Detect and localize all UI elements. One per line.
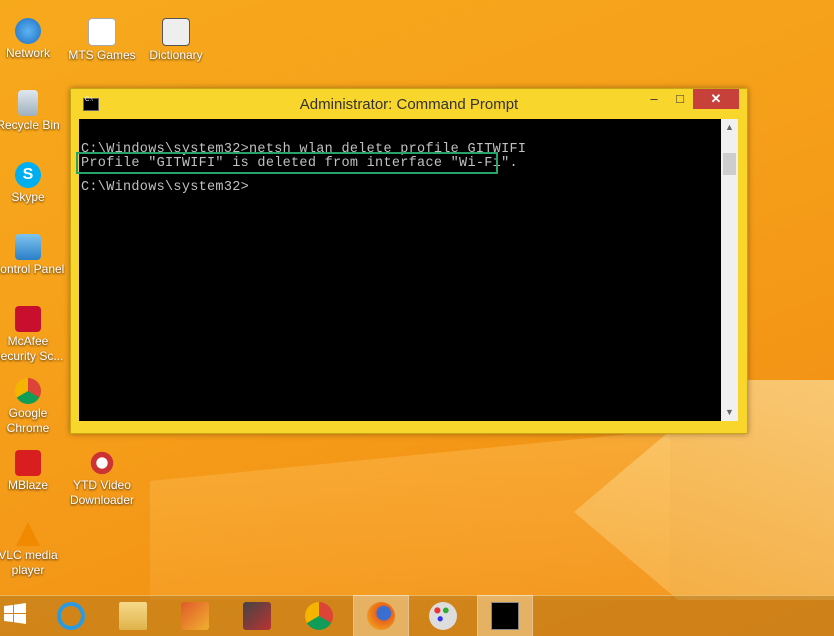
- chrome-icon: [15, 378, 41, 404]
- chrome-icon: [305, 602, 333, 630]
- vlc-icon: [16, 522, 40, 546]
- network-icon: [15, 18, 41, 44]
- games-icon: [88, 18, 116, 46]
- desktop-icon-mts-games[interactable]: MTS Games: [64, 18, 140, 63]
- console-prompt: C:\Windows\system32>: [81, 180, 250, 195]
- taskbar: [0, 595, 834, 636]
- command-prompt-window[interactable]: Administrator: Command Prompt – □ ✕ C:\W…: [70, 88, 748, 434]
- desktop-icon-dictionary[interactable]: Dictionary: [138, 18, 214, 63]
- skype-icon: S: [15, 162, 41, 188]
- mblaze-icon: [15, 450, 41, 476]
- taskbar-paint[interactable]: [416, 596, 470, 636]
- wallpaper-shape: [150, 430, 670, 600]
- window-titlebar[interactable]: Administrator: Command Prompt – □ ✕: [71, 89, 747, 119]
- taskbar-command-prompt[interactable]: [477, 595, 533, 636]
- maximize-button[interactable]: □: [667, 89, 693, 109]
- scroll-down-arrow-icon[interactable]: ▼: [721, 404, 738, 421]
- video-editor-icon: [243, 602, 271, 630]
- desktop-icon-vlc[interactable]: VLC media player: [0, 522, 66, 578]
- ytd-downloader-icon: [89, 450, 115, 476]
- desktop-icon-ytd[interactable]: YTD Video Downloader: [64, 450, 140, 508]
- close-button[interactable]: ✕: [693, 89, 739, 109]
- taskbar-firefox[interactable]: [353, 595, 409, 636]
- dictionary-icon: [162, 18, 190, 46]
- scroll-up-arrow-icon[interactable]: ▲: [721, 119, 738, 136]
- minimize-button[interactable]: –: [641, 89, 667, 109]
- taskbar-video-editor[interactable]: [230, 596, 284, 636]
- control-panel-icon: [15, 234, 41, 260]
- vertical-scrollbar[interactable]: ▲ ▼: [721, 119, 738, 421]
- firefox-icon: [367, 602, 395, 630]
- folder-icon: [119, 602, 147, 630]
- paint-palette-icon: [429, 602, 457, 630]
- desktop-icon-network[interactable]: Network: [0, 18, 66, 61]
- mcafee-icon: [15, 306, 41, 332]
- scroll-thumb[interactable]: [723, 153, 736, 175]
- desktop-icon-skype[interactable]: S Skype: [0, 162, 66, 205]
- taskbar-internet-explorer[interactable]: [44, 596, 98, 636]
- windows-logo-icon: [4, 603, 26, 624]
- internet-explorer-icon: [57, 602, 85, 630]
- desktop-icon-mblaze[interactable]: MBlaze: [0, 450, 66, 493]
- desktop-icon-chrome[interactable]: Google Chrome: [0, 378, 66, 436]
- media-center-icon: [181, 602, 209, 630]
- command-prompt-icon: [491, 602, 519, 630]
- start-button[interactable]: [0, 596, 32, 636]
- desktop-icon-control-panel[interactable]: Control Panel: [0, 234, 66, 277]
- recycle-bin-icon: [18, 90, 38, 116]
- desktop-icon-mcafee[interactable]: McAfee Security Sc...: [0, 306, 66, 364]
- highlight-box: [76, 152, 498, 174]
- taskbar-chrome[interactable]: [292, 596, 346, 636]
- taskbar-file-explorer[interactable]: [106, 596, 160, 636]
- taskbar-media-center[interactable]: [168, 596, 222, 636]
- desktop-icon-recycle-bin[interactable]: Recycle Bin: [0, 90, 66, 133]
